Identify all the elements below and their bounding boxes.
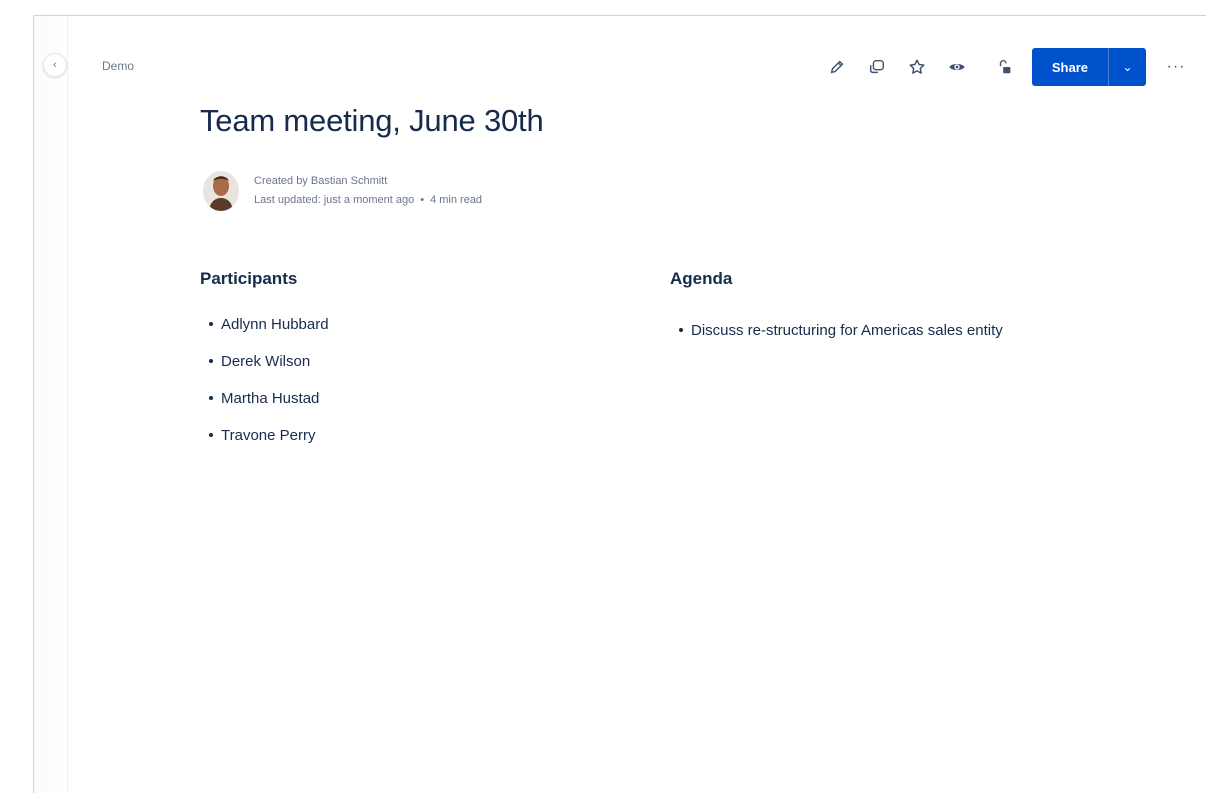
created-by[interactable]: Created by Bastian Schmitt	[254, 172, 482, 191]
breadcrumb[interactable]: Demo	[102, 59, 134, 73]
byline-meta: Last updated: just a moment ago • 4 min re…	[254, 191, 482, 210]
sidebar-rail	[34, 16, 68, 793]
eye-icon[interactable]	[944, 54, 970, 80]
agenda-heading: Agenda	[670, 269, 733, 288]
frame-border-top	[33, 15, 1206, 16]
participants-list: Adlynn Hubbard Derek Wilson Martha Husta…	[201, 306, 329, 454]
list-item: Discuss re-structuring for Americas sale…	[671, 312, 1071, 349]
byline-text: Created by Bastian Schmitt Last updated:…	[254, 172, 482, 210]
more-actions-button[interactable]: ···	[1164, 55, 1188, 79]
pencil-icon[interactable]	[824, 54, 850, 80]
star-icon[interactable]	[904, 54, 930, 80]
agenda-list: Discuss re-structuring for Americas sale…	[671, 312, 1071, 349]
avatar[interactable]	[203, 171, 239, 211]
restrictions-icon[interactable]	[992, 54, 1018, 80]
list-item: Travone Perry	[201, 417, 329, 454]
list-item: Derek Wilson	[201, 343, 329, 380]
last-updated[interactable]: Last updated: just a moment ago	[254, 194, 414, 206]
byline-separator: •	[420, 194, 425, 206]
share-button-group: Share ⌄	[1031, 48, 1146, 86]
sidebar-collapse-button[interactable]: ‹	[43, 53, 67, 77]
comment-icon[interactable]	[864, 54, 890, 80]
page-byline: Created by Bastian Schmitt Last updated:…	[203, 171, 482, 211]
chevron-left-icon: ‹	[53, 59, 57, 71]
more-icon: ···	[1166, 58, 1186, 75]
share-dropdown-button[interactable]: ⌄	[1108, 48, 1146, 86]
list-item: Martha Hustad	[201, 380, 329, 417]
page-title: Team meeting, June 30th	[200, 103, 544, 138]
page-toolbar: Share ⌄ ···	[824, 48, 1188, 86]
page-frame: ‹ Demo Share ⌄ ··· Team meeting, June 30…	[0, 0, 1206, 793]
chevron-down-icon: ⌄	[1122, 60, 1133, 74]
read-time: 4 min read	[430, 194, 483, 206]
share-button[interactable]: Share	[1031, 48, 1108, 86]
list-item: Adlynn Hubbard	[201, 306, 329, 343]
participants-heading: Participants	[200, 269, 298, 288]
